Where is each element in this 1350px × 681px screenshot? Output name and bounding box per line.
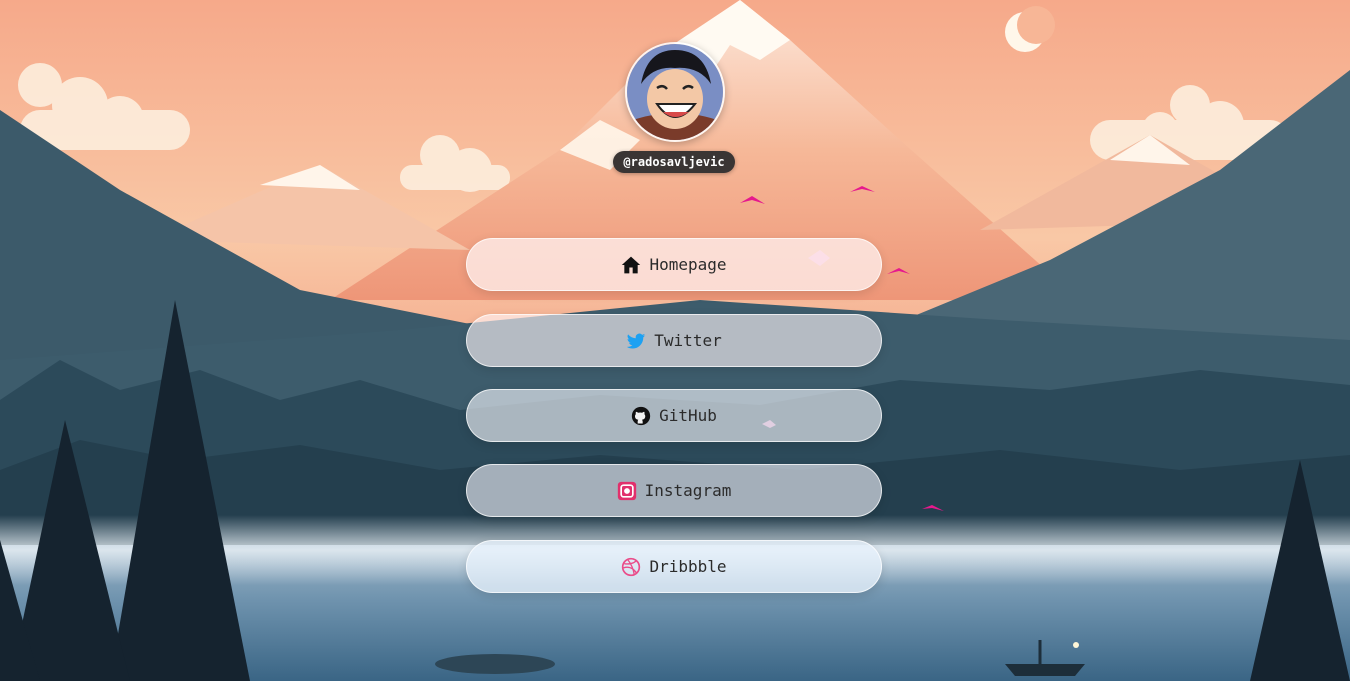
dribbble-link-label: Dribbble — [649, 557, 727, 576]
homepage-link-label: Homepage — [649, 255, 727, 274]
home-icon — [621, 255, 641, 275]
dribbble-icon — [621, 557, 641, 577]
dribbble-link-button[interactable]: Dribbble — [466, 540, 882, 593]
avatar-image — [627, 44, 723, 140]
github-icon — [631, 406, 651, 426]
twitter-link-label: Twitter — [654, 331, 722, 350]
profile-handle: @radosavljevic — [613, 151, 735, 173]
twitter-link-button[interactable]: Twitter — [466, 314, 882, 367]
avatar[interactable] — [625, 42, 725, 142]
homepage-link-button[interactable]: Homepage — [466, 238, 882, 291]
github-link-button[interactable]: GitHub — [466, 389, 882, 442]
instagram-icon — [617, 481, 637, 501]
instagram-link-button[interactable]: Instagram — [466, 464, 882, 517]
instagram-link-label: Instagram — [644, 481, 732, 500]
twitter-icon — [626, 331, 646, 351]
github-link-label: GitHub — [659, 406, 717, 425]
